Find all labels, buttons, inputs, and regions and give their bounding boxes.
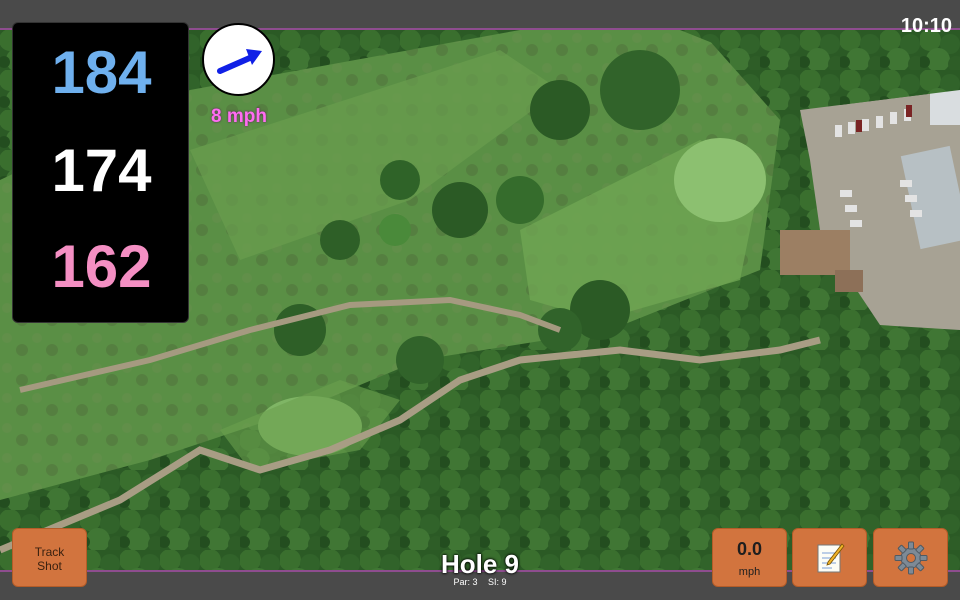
- wind-indicator: [202, 23, 275, 96]
- wind-arrow-icon: [217, 49, 262, 74]
- settings-button[interactable]: [873, 528, 948, 587]
- track-shot-label-line1: Track: [34, 545, 65, 559]
- front-distance: 162: [51, 233, 152, 300]
- notepad-icon: [817, 542, 845, 572]
- wind-speed: 8 mph: [211, 106, 267, 127]
- speed-value: 0.0: [736, 539, 763, 559]
- middle-distance: 174: [51, 137, 152, 204]
- gps-app: 10:10 184 174 162 8 mph Track Shot 0.0 m…: [0, 0, 960, 600]
- hole-title: Hole 9: [440, 549, 520, 579]
- back-distance: 184: [51, 39, 152, 106]
- notes-button[interactable]: [792, 528, 867, 587]
- clock: 10:10: [900, 15, 952, 37]
- speed-button[interactable]: 0.0 mph: [712, 528, 787, 587]
- speed-unit: mph: [738, 566, 761, 578]
- distance-panel: 184 174 162: [12, 22, 189, 323]
- hole-details: Par: 3 SI: 9: [380, 577, 580, 587]
- hole-stroke-index: SI: 9: [488, 577, 507, 587]
- hole-par: Par: 3: [453, 577, 478, 587]
- track-shot-label-line2: Shot: [37, 559, 62, 573]
- gear-icon: [894, 541, 927, 574]
- track-shot-button[interactable]: Track Shot: [12, 528, 87, 587]
